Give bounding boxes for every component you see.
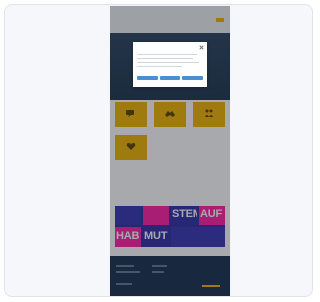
cookie-option-button-3[interactable] [182, 76, 204, 80]
cookie-option-button-1[interactable] [137, 76, 158, 80]
cookie-dialog-actions [137, 76, 204, 80]
preview-card: STEM AUF HAB MUT [4, 4, 313, 297]
cookie-dialog [133, 42, 207, 87]
modal-text-line-2 [137, 58, 193, 59]
cookie-option-button-2[interactable] [159, 76, 181, 80]
cookie-overlay [110, 6, 230, 296]
close-icon[interactable] [199, 45, 204, 50]
modal-text-line-3 [137, 62, 199, 63]
website-screenshot: STEM AUF HAB MUT [110, 6, 230, 296]
modal-text-line-1 [137, 54, 197, 55]
modal-text-line-4 [137, 66, 182, 67]
